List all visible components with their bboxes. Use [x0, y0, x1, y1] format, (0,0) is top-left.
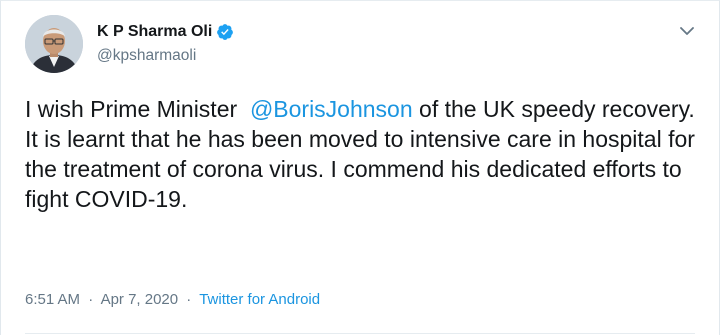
verified-badge-icon: [216, 23, 234, 41]
tweet-time[interactable]: 6:51 AM: [25, 291, 80, 308]
tweet-source-link[interactable]: Twitter for Android: [199, 291, 320, 308]
tweet-date[interactable]: Apr 7, 2020: [101, 291, 179, 308]
tweet-text-part: I wish Prime Minister: [25, 96, 250, 122]
meta-separator: ·: [186, 291, 192, 308]
chevron-down-icon[interactable]: [677, 21, 697, 41]
tweet-text: I wish Prime Minister @BorisJohnson of t…: [25, 94, 701, 214]
avatar[interactable]: [25, 15, 83, 73]
tweet-card: K P Sharma Oli @kpsharmaoli I wish Prime…: [0, 0, 720, 335]
divider: [25, 333, 695, 334]
author-name-row[interactable]: K P Sharma Oli: [97, 22, 234, 42]
meta-separator: ·: [88, 291, 94, 308]
mention-link[interactable]: @BorisJohnson: [250, 96, 413, 122]
author-handle[interactable]: @kpsharmaoli: [97, 47, 196, 65]
avatar-image: [25, 15, 83, 73]
author-display-name[interactable]: K P Sharma Oli: [97, 23, 212, 41]
tweet-meta: 6:51 AM · Apr 7, 2020 · Twitter for Andr…: [25, 291, 320, 308]
